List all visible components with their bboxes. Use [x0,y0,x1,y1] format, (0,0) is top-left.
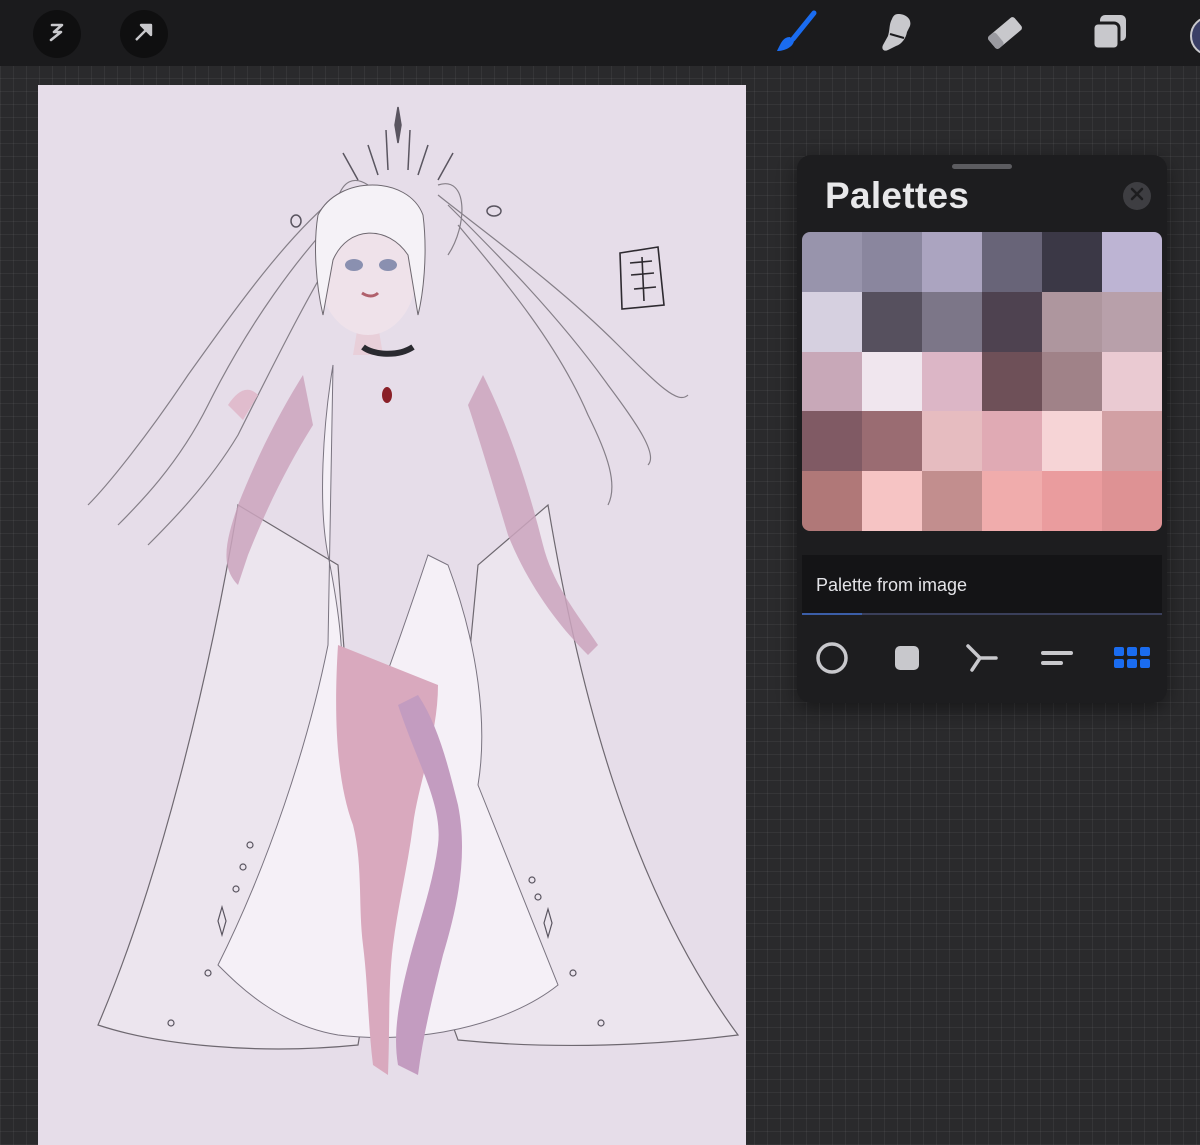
value-sliders-icon [1037,643,1077,678]
color-disc-icon [814,640,850,681]
color-swatch[interactable] [982,471,1042,531]
color-swatch[interactable] [1042,351,1102,412]
color-swatch[interactable] [922,351,982,412]
color-swatch[interactable] [982,232,1042,292]
color-swatch[interactable] [862,232,922,292]
color-swatch[interactable] [862,411,922,472]
color-swatch[interactable] [802,291,862,352]
color-swatch[interactable] [982,351,1042,412]
color-swatch[interactable] [982,411,1042,472]
color-swatch[interactable] [862,471,922,531]
smudge-icon [876,10,922,61]
tab-disc[interactable] [807,635,857,685]
color-square-icon [892,643,922,678]
color-swatch[interactable] [922,411,982,472]
palettes-panel: Palettes Palette from image [797,155,1167,703]
transform-button[interactable] [120,10,168,58]
tab-classic[interactable] [882,635,932,685]
color-swatch[interactable] [1102,471,1162,531]
layers-icon [1087,11,1131,60]
color-swatch[interactable] [802,411,862,472]
color-swatch[interactable] [982,291,1042,352]
swatch-grid [802,232,1162,531]
transform-arrow-icon [132,20,156,49]
illustration [87,106,740,1075]
color-view-tabs [797,635,1167,685]
color-swatch[interactable] [802,471,862,531]
modify-icon [46,21,68,48]
color-swatch[interactable] [862,351,922,412]
tab-value[interactable] [1032,635,1082,685]
color-swatch[interactable] [1042,471,1102,531]
color-button[interactable] [1190,16,1200,56]
eraser-tool-button[interactable] [980,10,1030,60]
panel-grabber[interactable] [952,164,1012,169]
top-toolbar [0,0,1200,66]
close-icon [1130,187,1144,206]
color-swatch[interactable] [922,291,982,352]
smudge-tool-button[interactable] [874,10,924,60]
layers-tool-button[interactable] [1084,10,1134,60]
palette-grid-icon [1113,644,1151,677]
color-swatch[interactable] [802,232,862,292]
brush-icon [771,9,819,62]
modify-button[interactable] [33,10,81,58]
color-swatch[interactable] [922,471,982,531]
color-swatch[interactable] [1042,291,1102,352]
panel-title: Palettes [825,175,970,216]
color-swatch[interactable] [922,232,982,292]
tab-palettes[interactable] [1107,635,1157,685]
color-swatch[interactable] [1102,291,1162,352]
color-swatch[interactable] [1042,232,1102,292]
color-swatch[interactable] [802,351,862,412]
color-swatch[interactable] [1102,232,1162,292]
palette-name-underline [802,613,862,615]
eraser-icon [982,10,1028,61]
brush-tool-button[interactable] [770,10,820,60]
color-swatch[interactable] [862,291,922,352]
color-swatch[interactable] [1042,411,1102,472]
palette-name-label: Palette from image [816,575,968,595]
color-swatch[interactable] [1102,351,1162,412]
harmony-icon [964,640,1000,681]
drawing-canvas[interactable] [38,85,746,1145]
palette-name-field[interactable]: Palette from image [802,555,1162,615]
color-swatch[interactable] [1102,411,1162,472]
close-button[interactable] [1123,182,1151,210]
tab-harmony[interactable] [957,635,1007,685]
